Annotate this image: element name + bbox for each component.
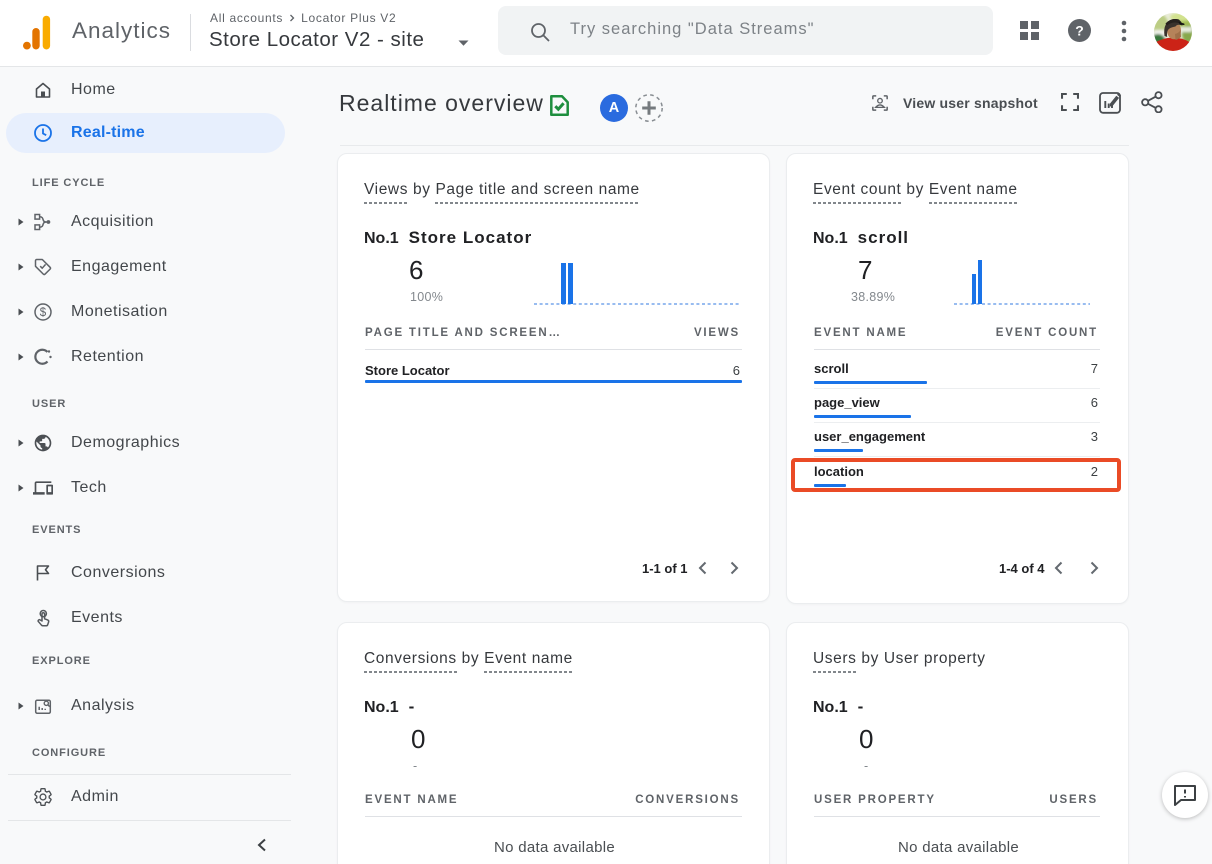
svg-text:$: $ [40,307,47,319]
svg-text:?: ? [1075,23,1084,39]
